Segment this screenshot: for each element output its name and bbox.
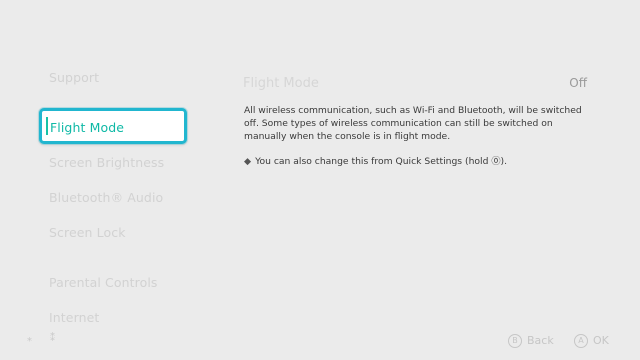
sidebar-item-internet[interactable]: Internet [49,310,99,325]
sidebar-item-parental-controls[interactable]: Parental Controls [49,275,158,290]
sidebar-item-screen-brightness[interactable]: Screen Brightness [49,155,164,170]
footer-left-icons: ⁎ ⁑ [27,333,73,344]
ok-button[interactable]: A OK [574,334,609,348]
controller-icon-2: ⁑ [50,333,55,344]
sidebar-item-screen-lock[interactable]: Screen Lock [49,225,126,240]
sidebar-item-label: Internet [49,310,100,325]
sidebar-item-support[interactable]: Support [49,70,99,85]
controller-icon: ⁎ [27,333,32,344]
sidebar-item-flight-mode[interactable]: Flight Mode [39,108,187,144]
sidebar-item-label: Bluetooth® Audio [49,190,164,205]
sidebar-item-label: Screen Brightness [49,155,165,170]
ok-label: OK [593,334,609,347]
a-button-icon: A [574,334,588,348]
diamond-bullet-icon: ◆ [244,156,252,167]
settings-sidebar: Support Flight Mode Screen Brightness Bl… [0,0,210,360]
back-label: Back [527,334,554,347]
sidebar-item-label: Screen Lock [49,225,126,240]
sidebar-item-label: Support [49,70,100,85]
setting-value[interactable]: Off [569,76,587,90]
setting-note: ◆ You can also change this from Quick Set… [244,153,507,167]
sidebar-item-label: Parental Controls [49,275,158,290]
setting-title: Flight Mode [243,76,319,91]
sidebar-item-label: Flight Mode [50,120,125,135]
sidebar-item-bluetooth-audio[interactable]: Bluetooth® Audio [49,190,163,205]
back-button[interactable]: B Back [508,334,554,348]
note-text: You can also change this from Quick Sett… [255,156,508,167]
setting-description: All wireless communication, such as Wi-F… [244,105,582,142]
b-button-icon: B [508,334,522,348]
selection-indicator [46,117,48,135]
